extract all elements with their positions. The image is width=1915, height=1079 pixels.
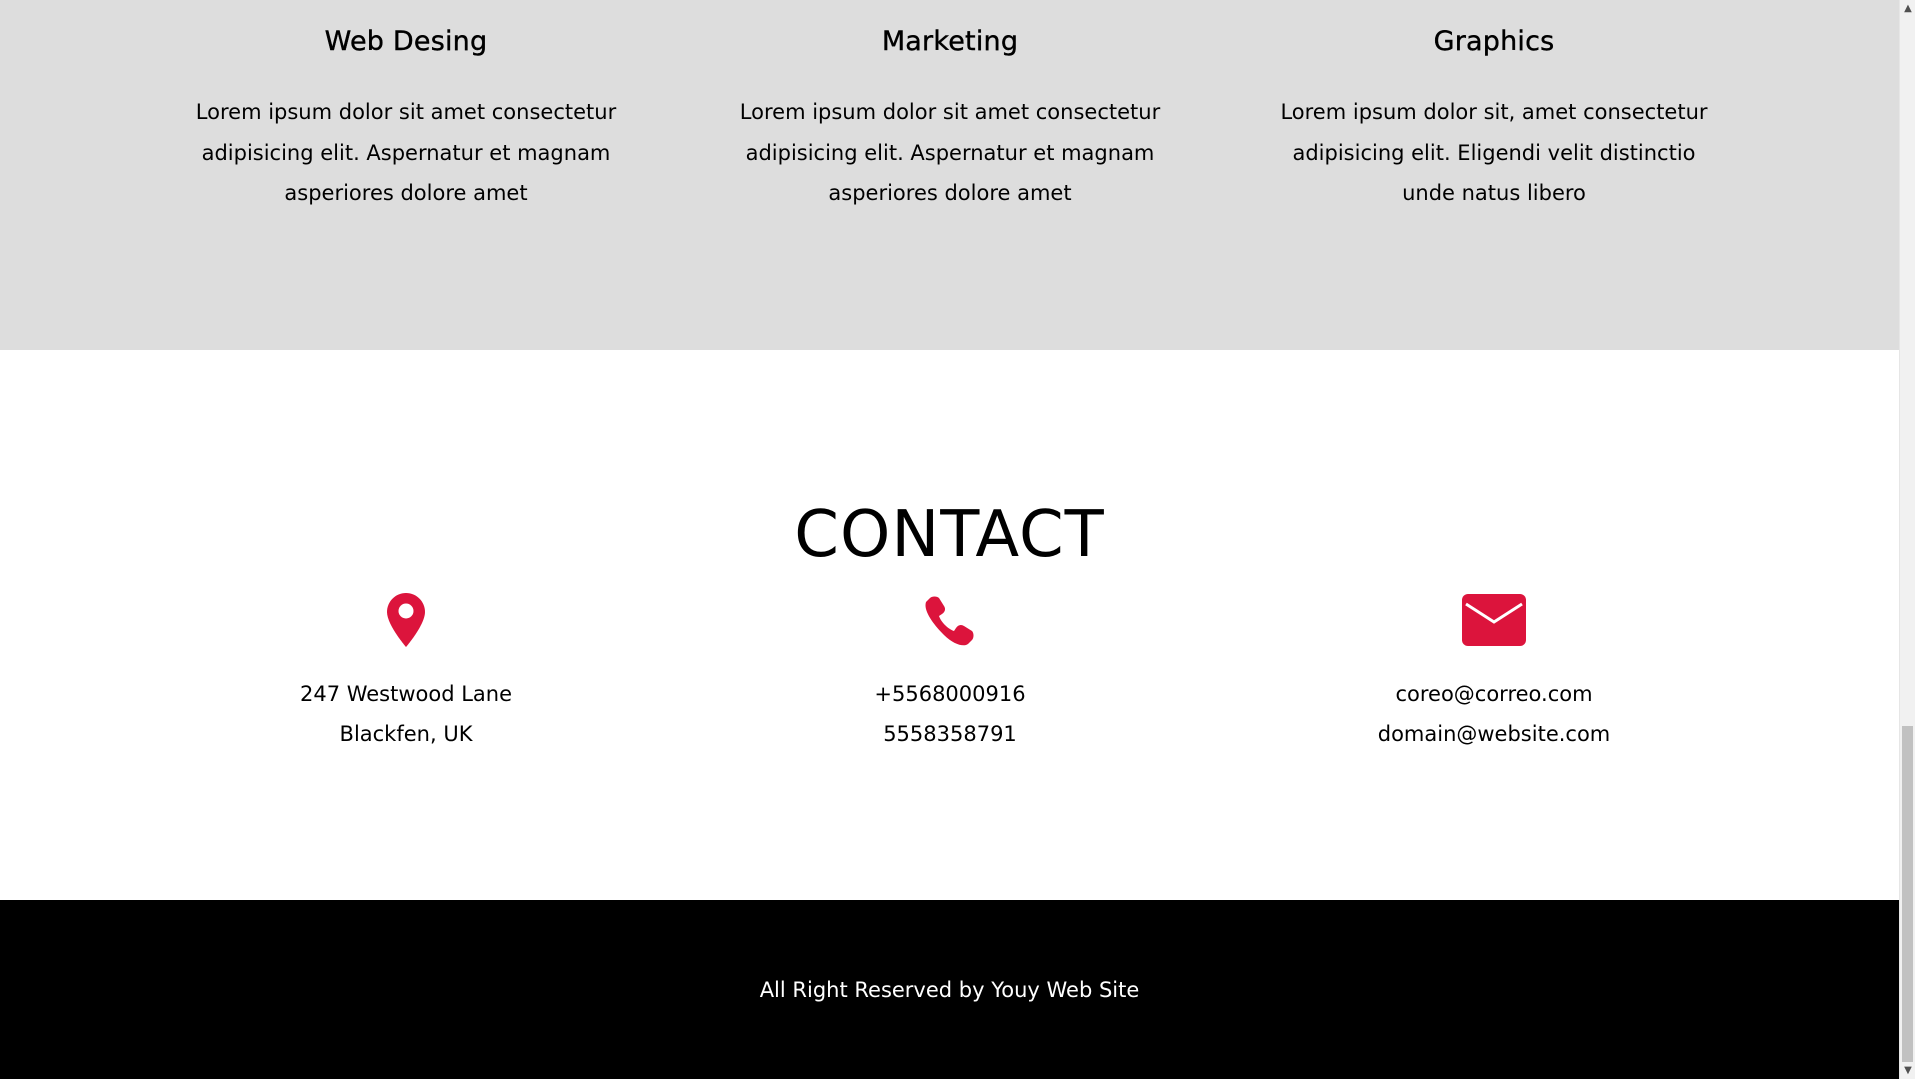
phone-icon [720,590,1180,650]
contact-heading: CONTACT [794,498,1105,572]
service-description-line: adipisicing elit. Aspernatur et magnam [201,140,611,165]
contact-phone: +5568000916 5558358791 [720,590,1180,746]
address-line: 247 Westwood Lane [299,682,513,706]
service-description-line: unde natus libero [1402,181,1586,205]
vertical-scrollbar[interactable]: ▲ ▼ [1899,0,1915,1079]
service-title: Marketing [881,26,1019,57]
phone-number[interactable]: 5558358791 [720,714,1180,754]
service-description: Lorem ipsum dolor sit amet consectetur a… [176,92,636,214]
service-description-line: adipisicing elit. Eligendi velit distinc… [1292,140,1696,165]
service-title: Web Desing [324,26,488,57]
service-title: Graphics [1433,26,1555,57]
phone-number[interactable]: +5568000916 [720,674,1180,714]
page: Web Desing Lorem ipsum dolor sit amet co… [0,0,1915,1079]
service-description-line: Lorem ipsum dolor sit amet consectetur [739,100,1161,124]
scrollbar-thumb[interactable] [1902,726,1913,1062]
address-lines: 247 Westwood Lane Blackfen, UK [176,674,636,754]
email-address[interactable]: coreo@correo.com [1264,674,1724,714]
footer-copyright: All Right Reserved by Youy Web Site [759,978,1140,1002]
envelope-icon [1264,590,1724,650]
email-address[interactable]: domain@website.com [1264,714,1724,754]
service-description-line: adipisicing elit. Aspernatur et magnam [745,140,1155,165]
service-description-line: asperiores dolore amet [284,181,528,205]
map-pin-icon [176,590,636,650]
phone-lines: +5568000916 5558358791 [720,674,1180,754]
scroll-up-icon[interactable]: ▲ [1900,0,1915,17]
page-content: Web Desing Lorem ipsum dolor sit amet co… [0,0,1899,1079]
service-description-line: Lorem ipsum dolor sit, amet consectetur [1280,100,1708,124]
services-section: Web Desing Lorem ipsum dolor sit amet co… [0,0,1899,350]
contact-address: 247 Westwood Lane Blackfen, UK [176,590,636,746]
service-description: Lorem ipsum dolor sit, amet consectetur … [1264,92,1724,214]
service-description-line: Lorem ipsum dolor sit amet consectetur [195,100,617,124]
email-lines: coreo@correo.com domain@website.com [1264,674,1724,754]
contact-email: coreo@correo.com domain@website.com [1264,590,1724,746]
service-description: Lorem ipsum dolor sit amet consectetur a… [720,92,1180,214]
address-line: Blackfen, UK [339,722,473,746]
scroll-down-icon[interactable]: ▼ [1900,1062,1915,1079]
service-description-line: asperiores dolore amet [828,181,1072,205]
